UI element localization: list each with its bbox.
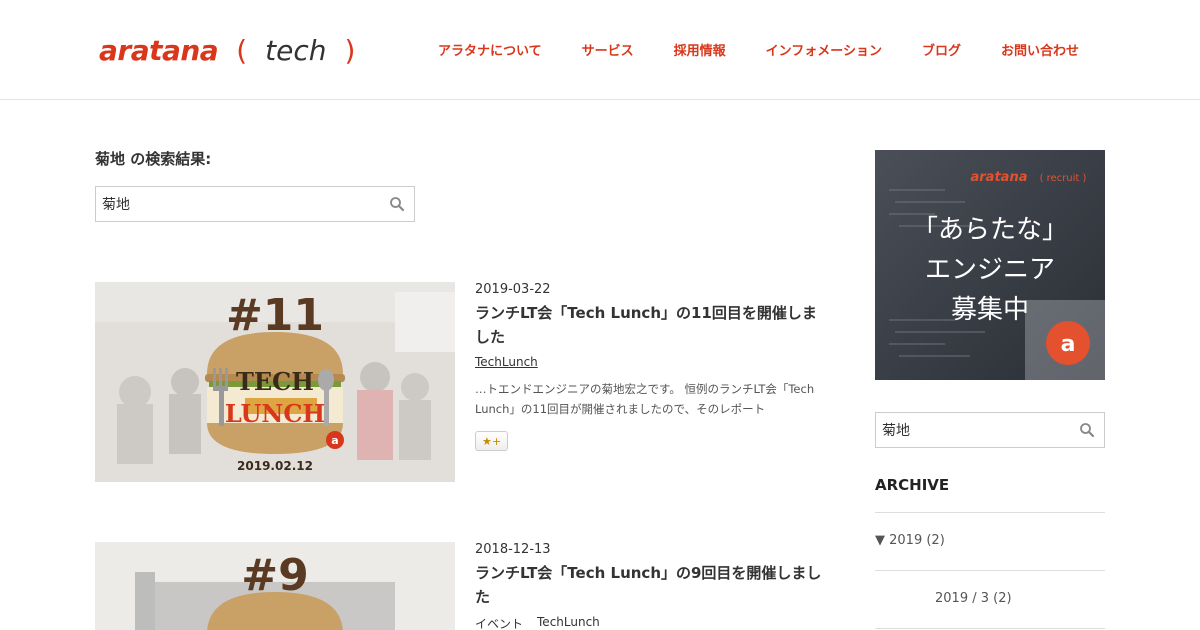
logo-paren-close: )	[344, 33, 356, 67]
site-header: aratana ( tech ) アラタナについて サービス 採用情報 インフォ…	[0, 0, 1200, 100]
recruit-banner[interactable]: aratana ( recruit ) 「あらたな」 エンジニア 募集中 a	[875, 150, 1105, 380]
nav-recruit[interactable]: 採用情報	[674, 40, 726, 59]
sidebar-search-form	[875, 412, 1105, 448]
post-thumbnail[interactable]: #11 TECH LUNCH a 2019.02.12	[95, 282, 455, 482]
search-results-title: 菊地 の検索結果:	[95, 150, 212, 168]
star-plus-icon[interactable]: ★+	[475, 431, 508, 451]
svg-text:a: a	[331, 434, 338, 447]
nav-information[interactable]: インフォメーション	[766, 40, 882, 59]
post-excerpt: …トエンドエンジニアの菊地宏之です。 恒例のランチLT会「Tech Lunch」…	[475, 382, 815, 416]
search-input[interactable]	[96, 187, 380, 221]
archive-year-toggle[interactable]: ▼ 2019 (2)	[875, 533, 945, 548]
banner-line1: 「あらたな」	[912, 215, 1068, 245]
archive-heading: ARCHIVE	[875, 476, 950, 494]
post-body: 2019-03-22 ランチLT会「Tech Lunch」の11回目を開催しまし…	[475, 282, 825, 451]
category-link[interactable]: イベント	[475, 615, 523, 630]
main-search-form	[95, 186, 415, 222]
post-categories: TechLunch	[475, 355, 825, 369]
category-link[interactable]: TechLunch	[537, 615, 600, 630]
site-logo[interactable]: aratana ( tech )	[99, 30, 373, 70]
post-item: #9 2018-12-13 ランチLT会「Tech Lunch」の9回目を開催し…	[95, 542, 825, 630]
logo-paren-open: (	[236, 33, 248, 67]
archive-month-link[interactable]: 2019 / 3 (2)	[935, 591, 1012, 606]
svg-text:a: a	[1061, 332, 1076, 357]
nav-about[interactable]: アラタナについて	[438, 40, 542, 59]
post-date: 2018-12-13	[475, 542, 551, 557]
thumb-date: 2019.02.12	[237, 459, 313, 473]
search-icon[interactable]	[1070, 413, 1104, 447]
nav-contact[interactable]: お問い合わせ	[1001, 40, 1079, 59]
post-thumbnail[interactable]: #9	[95, 542, 455, 630]
divider	[875, 512, 1105, 513]
nav-services[interactable]: サービス	[582, 40, 634, 59]
post-title[interactable]: ランチLT会「Tech Lunch」の9回目を開催しました	[475, 561, 825, 609]
thumb-word1: TECH	[236, 367, 314, 396]
banner-logo: aratana	[971, 170, 1028, 185]
main-nav: アラタナについて サービス 採用情報 インフォメーション ブログ お問い合わせ	[438, 40, 1079, 59]
thumb-word2: LUNCH	[225, 399, 325, 428]
category-link[interactable]: TechLunch	[475, 355, 538, 369]
logo-subtitle: tech	[265, 33, 327, 67]
banner-logo-sub: ( recruit )	[1040, 173, 1087, 184]
search-icon[interactable]	[380, 187, 414, 221]
post-date: 2019-03-22	[475, 282, 551, 297]
banner-line3: 募集中	[951, 295, 1029, 325]
nav-blog[interactable]: ブログ	[922, 40, 961, 59]
post-body: 2018-12-13 ランチLT会「Tech Lunch」の9回目を開催しました…	[475, 542, 825, 630]
logo-wordmark: aratana	[99, 33, 219, 67]
post-categories: イベント TechLunch	[475, 615, 825, 630]
sidebar-search-input[interactable]	[876, 413, 1070, 447]
post-item: #11 TECH LUNCH a 2019.02.12 2019-03-22 ラ…	[95, 282, 825, 482]
divider	[875, 570, 1105, 571]
divider	[875, 628, 1105, 629]
post-title[interactable]: ランチLT会「Tech Lunch」の11回目を開催しました	[475, 301, 825, 349]
banner-line2: エンジニア	[925, 255, 1055, 285]
